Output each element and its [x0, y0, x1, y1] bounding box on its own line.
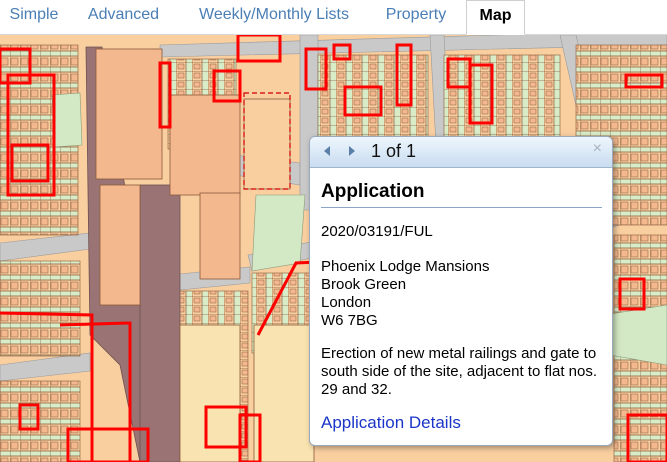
application-description: Erection of new metal railings and gate …	[321, 345, 598, 398]
popup-divider	[321, 207, 602, 208]
address-line: W6 7BG	[321, 312, 378, 329]
popup-pager: 1 of 1	[371, 141, 417, 161]
application-reference: 2020/03191/FUL	[321, 223, 433, 240]
application-popup: 1 of 1 × Application 2020/03191/FUL Phoe…	[309, 136, 613, 446]
tab-simple[interactable]: Simple	[0, 0, 68, 34]
application-address: Phoenix Lodge Mansions Brook Green Londo…	[321, 258, 489, 330]
address-line: London	[321, 294, 372, 311]
previous-arrow-icon[interactable]	[324, 146, 330, 156]
tab-property[interactable]: Property	[372, 0, 460, 34]
close-icon[interactable]: ×	[593, 140, 602, 158]
tab-advanced[interactable]: Advanced	[72, 0, 175, 34]
address-line: Phoenix Lodge Mansions	[321, 258, 490, 275]
address-line: Brook Green	[321, 276, 407, 293]
tab-weekly-monthly-lists[interactable]: Weekly/Monthly Lists	[183, 0, 365, 34]
popup-title: Application	[321, 181, 425, 202]
popup-header: 1 of 1 ×	[310, 137, 612, 168]
tab-map[interactable]: Map	[466, 0, 525, 35]
next-arrow-icon[interactable]	[349, 146, 355, 156]
application-details-link[interactable]: Application Details	[321, 413, 461, 433]
tab-bar: Simple Advanced Weekly/Monthly Lists Pro…	[0, 0, 667, 35]
